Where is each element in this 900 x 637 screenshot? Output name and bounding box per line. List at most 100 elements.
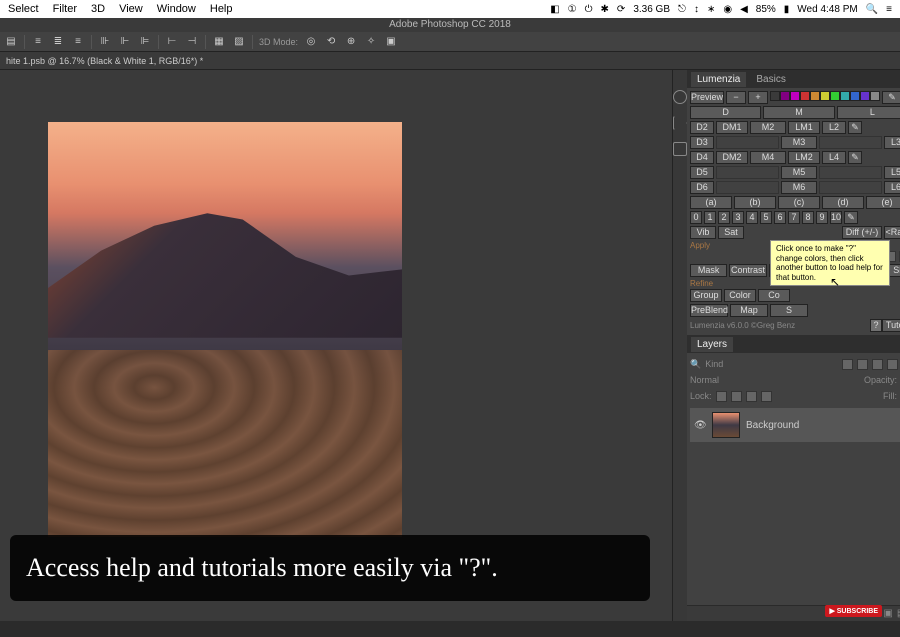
distribute-icon[interactable]: ⊫	[138, 35, 152, 49]
properties-icon[interactable]	[673, 90, 687, 104]
vib-button[interactable]: Vib	[690, 226, 716, 239]
filter-shape-icon[interactable]	[887, 359, 898, 370]
luminosity-button[interactable]: L2	[822, 121, 846, 134]
luminosity-button[interactable]	[716, 136, 779, 149]
filter-pixel-icon[interactable]	[842, 359, 853, 370]
color-swatch[interactable]	[770, 91, 780, 101]
zone-number-button[interactable]: 10	[830, 211, 842, 224]
distribute-icon[interactable]: ⊢	[165, 35, 179, 49]
apply-contrast-button[interactable]: Contrast	[729, 264, 766, 277]
color-swatch[interactable]	[850, 91, 860, 101]
menu-3d[interactable]: 3D	[91, 3, 105, 15]
menu-icon[interactable]: ≡	[886, 4, 892, 15]
color-swatch[interactable]	[820, 91, 830, 101]
color-swatch[interactable]	[840, 91, 850, 101]
kind-filter[interactable]: Kind	[705, 359, 723, 369]
zone-number-button[interactable]: 9	[816, 211, 828, 224]
tab-lumenzia[interactable]: Lumenzia	[691, 72, 746, 87]
document-canvas[interactable]	[48, 122, 402, 537]
align-icon[interactable]: ▤	[4, 35, 18, 49]
m-button[interactable]: M	[763, 106, 834, 119]
filter-adj-icon[interactable]	[857, 359, 868, 370]
menu-select[interactable]: Select	[8, 3, 39, 15]
subscribe-button[interactable]: ▶ SUBSCRIBE	[825, 605, 882, 617]
adjust-icon[interactable]	[673, 142, 687, 156]
zone-number-button[interactable]: 8	[802, 211, 814, 224]
luminosity-button[interactable]: D2	[690, 121, 714, 134]
luminosity-button[interactable]	[716, 181, 779, 194]
align-icon[interactable]: ≡	[31, 35, 45, 49]
luminosity-button[interactable]: D3	[690, 136, 714, 149]
zone-number-button[interactable]: 7	[788, 211, 800, 224]
brush-icon[interactable]: ✎	[882, 91, 900, 104]
luminosity-button[interactable]: M3	[781, 136, 817, 149]
zone-button[interactable]: (e)	[866, 196, 900, 209]
d-button[interactable]: D	[690, 106, 761, 119]
luminosity-button[interactable]: L3	[884, 136, 900, 149]
align-icon[interactable]: ≣	[51, 35, 65, 49]
distribute-icon[interactable]: ⊣	[185, 35, 199, 49]
luminosity-button[interactable]	[819, 136, 882, 149]
lock-pixels-icon[interactable]	[716, 391, 727, 402]
document-tab[interactable]: hite 1.psb @ 16.7% (Black & White 1, RGB…	[0, 52, 900, 70]
refine-color-button[interactable]: Color	[724, 289, 756, 302]
preblend-button[interactable]: PreBlend	[690, 304, 728, 317]
zone-button[interactable]: (a)	[690, 196, 732, 209]
tab-layers[interactable]: Layers	[691, 337, 733, 352]
refine-group-button[interactable]: Group	[690, 289, 722, 302]
stack-icon[interactable]: ▨	[232, 35, 246, 49]
help-button[interactable]: ?	[870, 319, 882, 332]
luminosity-button[interactable]: M6	[781, 181, 817, 194]
zone-number-button[interactable]: 4	[746, 211, 758, 224]
refine-co-button[interactable]: Co	[758, 289, 790, 302]
filter-icon[interactable]: 🔍	[690, 359, 701, 370]
tutorials-button[interactable]: Tutorials	[882, 319, 900, 332]
filter-type-icon[interactable]	[872, 359, 883, 370]
align-icon[interactable]: ≡	[71, 35, 85, 49]
sat-button[interactable]: Sat	[718, 226, 744, 239]
3d-icon[interactable]: ⊕	[344, 35, 358, 49]
luminosity-button[interactable]	[819, 181, 882, 194]
luminosity-button[interactable]: D5	[690, 166, 714, 179]
luminosity-button[interactable]: M2	[750, 121, 786, 134]
menu-window[interactable]: Window	[157, 3, 196, 15]
zone-number-button[interactable]: 2	[718, 211, 730, 224]
tab-basics[interactable]: Basics	[750, 72, 791, 87]
menu-filter[interactable]: Filter	[53, 3, 77, 15]
minus-button[interactable]: −	[726, 91, 746, 104]
preview-button[interactable]: Preview	[690, 91, 724, 104]
lock-artboard-icon[interactable]	[746, 391, 757, 402]
zone-button[interactable]: (d)	[822, 196, 864, 209]
color-swatch[interactable]	[830, 91, 840, 101]
luminosity-button[interactable]	[716, 166, 779, 179]
zone-number-button[interactable]: 1	[704, 211, 716, 224]
zone-number-button[interactable]: 5	[760, 211, 772, 224]
luminosity-button[interactable]: L4	[822, 151, 846, 164]
3d-icon[interactable]: ▣	[384, 35, 398, 49]
color-swatch[interactable]	[860, 91, 870, 101]
layer-name[interactable]: Background	[746, 420, 799, 431]
lock-position-icon[interactable]	[731, 391, 742, 402]
diff-button[interactable]: Diff (+/-)	[842, 226, 882, 239]
luminosity-button[interactable]: DM1	[716, 121, 748, 134]
blend-mode-select[interactable]: Normal	[690, 375, 719, 385]
visibility-icon[interactable]: 👁	[694, 420, 706, 431]
map-button[interactable]: Map	[730, 304, 768, 317]
stack-icon[interactable]: ▦	[212, 35, 226, 49]
luminosity-button[interactable]: LM2	[788, 151, 820, 164]
edit-icon[interactable]: ✎	[848, 121, 862, 134]
lock-all-icon[interactable]	[761, 391, 772, 402]
layer-thumbnail[interactable]	[712, 412, 740, 438]
color-swatch[interactable]	[870, 91, 880, 101]
zone-button[interactable]: (c)	[778, 196, 820, 209]
group-icon[interactable]: ▣	[883, 608, 892, 619]
luminosity-button[interactable]: M4	[750, 151, 786, 164]
apply-mask-button[interactable]: Mask	[690, 264, 727, 277]
l-button[interactable]: L	[837, 106, 900, 119]
luminosity-button[interactable]: M5	[781, 166, 817, 179]
edit-icon[interactable]: ✎	[848, 151, 862, 164]
3d-icon[interactable]: ⟲	[324, 35, 338, 49]
zone-number-button[interactable]: 0	[690, 211, 702, 224]
luminosity-button[interactable]	[819, 166, 882, 179]
distribute-icon[interactable]: ⊪	[98, 35, 112, 49]
